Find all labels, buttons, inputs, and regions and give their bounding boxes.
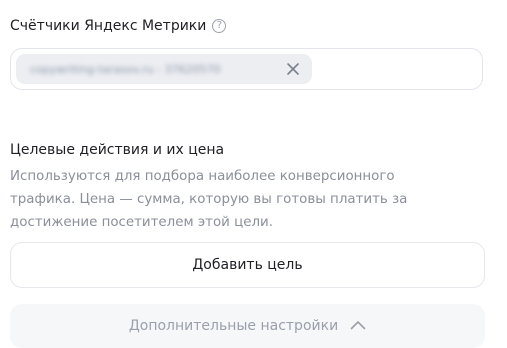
- goals-description: Используются для подбора наиболее конвер…: [10, 169, 408, 230]
- close-icon[interactable]: [284, 60, 302, 78]
- goals-title: Целевые действия и их цена: [10, 142, 225, 158]
- chevron-up-icon: [350, 318, 366, 334]
- add-goal-button[interactable]: Добавить цель: [10, 242, 485, 288]
- counter-chip: copywriting-tarasov.ru - 37620570: [16, 54, 312, 84]
- counter-chip-text: copywriting-tarasov.ru - 37620570: [30, 62, 221, 76]
- advanced-settings-button[interactable]: Дополнительные настройки: [10, 304, 485, 348]
- advanced-settings-label: Дополнительные настройки: [128, 318, 339, 334]
- metrika-counter-field[interactable]: copywriting-tarasov.ru - 37620570: [10, 48, 483, 90]
- metrika-counters-label: Счётчики Яндекс Метрики: [10, 18, 207, 34]
- metrika-counters-title: Счётчики Яндекс Метрики ?: [10, 18, 227, 34]
- question-circle-icon[interactable]: ?: [212, 19, 227, 33]
